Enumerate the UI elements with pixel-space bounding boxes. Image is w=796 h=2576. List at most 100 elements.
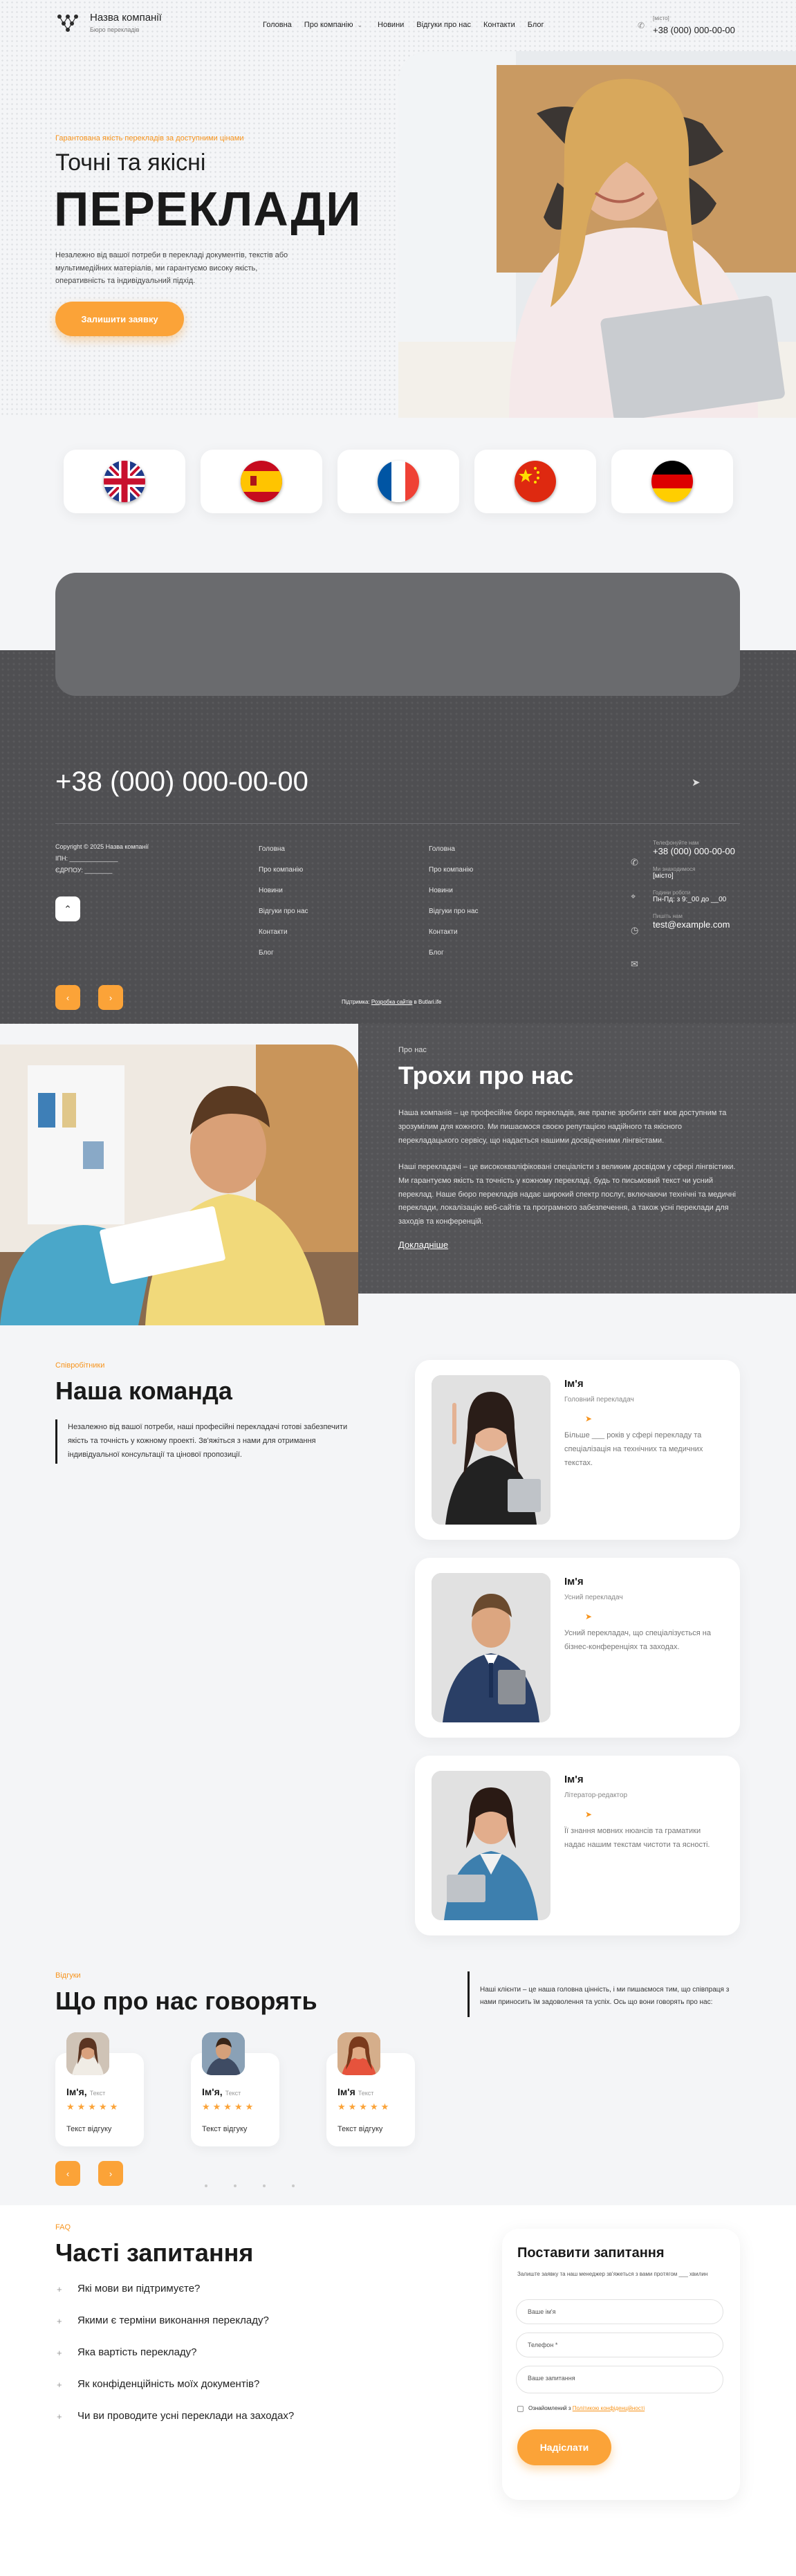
next-arrow-icon[interactable]: › [98,985,123,1010]
footer-link[interactable]: Головна [259,845,308,853]
review-name: Ім'я, Текст [202,2086,241,2097]
nav-item-reviews[interactable]: Відгуки про нас [416,21,471,29]
paper-plane-icon: ➤ [585,1810,593,1819]
team-quote-bar [55,1419,57,1464]
team-member-desc: Її знання мовних нюансів та граматики на… [564,1827,710,1849]
avatar [337,2032,380,2075]
page: Назва компанії Бюро перекладів Головна П… [0,0,796,2576]
phone-icon: ✆ [638,21,645,30]
plus-icon[interactable]: + [57,2380,62,2390]
star-rating-icon: ★★★★★ [337,2101,392,2112]
faq-question[interactable]: Яка вартість перекладу? [77,2346,197,2358]
map-placeholder[interactable] [55,573,740,696]
privacy-policy-link[interactable]: Політикою конфіденційності [573,2405,645,2411]
flag-card-spain[interactable] [201,450,322,513]
consent-checkbox[interactable] [517,2406,524,2412]
prev-arrow-icon[interactable]: ‹ [55,985,80,1010]
reviews-eyebrow: Відгуки [55,1971,81,1980]
team-eyebrow: Співробітники [55,1361,105,1370]
flag-card-uk[interactable] [64,450,185,513]
hero-photo [398,51,796,418]
footer-link[interactable]: Головна [429,845,479,853]
flag-card-china[interactable] [474,450,596,513]
review-name: Ім'я Текст [337,2086,374,2097]
nav-item-contacts[interactable]: Контакти [483,21,515,29]
plus-icon[interactable]: + [57,2348,62,2358]
next-arrow-icon[interactable]: › [98,2161,123,2186]
faq-eyebrow: FAQ [55,2223,71,2232]
about-paragraph-2: Наші перекладачі – це висококваліфікован… [398,1163,736,1226]
hero-title-big: ПЕРЕКЛАДИ [54,182,362,236]
footer-link[interactable]: Про компанію [429,866,479,874]
slider-dots [205,2184,295,2187]
phone-field[interactable]: Телефон * [516,2333,723,2357]
flag-card-france[interactable] [337,450,459,513]
slider-dot[interactable] [292,2184,295,2187]
team-member-role: Літератор-редактор [564,1792,628,1799]
footer-link[interactable]: Блог [429,949,479,957]
review-text: Текст відгуку [202,2125,248,2133]
slider-dot[interactable] [234,2184,237,2187]
prev-arrow-icon[interactable]: ‹ [55,2161,80,2186]
nav-item-about[interactable]: Про компанію [304,21,353,29]
chevron-down-icon[interactable]: ⌄ [357,21,362,29]
credit-link[interactable]: Розробка сайтів [371,999,412,1005]
footer-link[interactable]: Новини [429,887,479,894]
footer-link[interactable]: Про компанію [259,866,308,874]
nav-item-blog[interactable]: Блог [528,21,544,29]
plus-icon[interactable]: + [57,2316,62,2326]
scroll-top-icon[interactable]: ⌃ [55,896,80,921]
faq-question[interactable]: Якими є терміни виконання перекладу? [77,2315,269,2326]
form-subtitle: Залиште заявку та наш менеджер зв'яжетьс… [517,2271,708,2277]
team-photo [432,1375,550,1525]
faq-question[interactable]: Чи ви проводите усні переклади на захода… [77,2410,294,2422]
footer-link[interactable]: Контакти [429,928,479,936]
hero-title-small: Точні та якісні [55,149,206,176]
about-paragraph-1: Наша компанія – це професійне бюро перек… [398,1109,727,1145]
footer-section [0,650,796,1024]
footer-phone-big[interactable]: +38 (000) 000-00-00 [55,766,308,798]
header-phone[interactable]: +38 (000) 000-00-00 [653,25,735,35]
nav-item-home[interactable]: Головна [263,21,292,29]
contact-email[interactable]: test@example.com [653,919,735,930]
slider-dot[interactable] [263,2184,266,2187]
main-nav: Головна Про компанію ⌄ Новини Відгуки пр… [263,21,557,29]
paper-plane-icon: ➤ [585,1612,593,1621]
paper-plane-icon: ➤ [585,1414,593,1424]
contact-phone[interactable]: +38 (000) 000-00-00 [653,846,735,856]
about-title: Трохи про нас [398,1061,574,1089]
plus-icon[interactable]: + [57,2411,62,2422]
team-card: Ім'я Головний перекладач ➤ Більше ___ ро… [415,1360,740,1540]
reviews-quote-bar [468,1971,470,2017]
contact-address-label: Ми знаходимося [653,866,696,872]
footer-contacts: Телефонуйте нам +38 (000) 000-00-00 Ми з… [653,840,735,939]
star-rating-icon: ★★★★★ [202,2101,257,2112]
form-title: Поставити запитання [517,2245,665,2261]
flag-card-germany[interactable] [611,450,733,513]
avatar [202,2032,245,2075]
logo-icon[interactable] [55,11,80,33]
slider-dot[interactable] [205,2184,207,2187]
hero-cta-button[interactable]: Залишити заявку [55,302,184,336]
faq-question[interactable]: Як конфіденційність моїх документів? [77,2378,259,2390]
contact-address: [місто] [653,872,674,880]
footer-link[interactable]: Блог [259,949,308,957]
paper-plane-icon[interactable]: ➤ [692,776,701,789]
company-name[interactable]: Назва компанії [90,12,162,24]
footer-divider [55,823,740,824]
nav-item-news[interactable]: Новини [378,21,404,29]
submit-button[interactable]: Надіслати [517,2429,611,2465]
faq-question[interactable]: Які мови ви підтримуєте? [77,2283,200,2294]
footer-link[interactable]: Контакти [259,928,308,936]
team-card: Ім'я Літератор-редактор ➤ Її знання мовн… [415,1756,740,1935]
location-pin-icon: ⌖ [631,891,636,901]
question-textarea[interactable]: Ваше запитання [516,2366,723,2393]
review-name: Ім'я, Текст [66,2086,106,2097]
about-more-link[interactable]: Докладніше [398,1240,448,1250]
plus-icon[interactable]: + [57,2284,62,2294]
footer-link[interactable]: Відгуки про нас [259,908,308,915]
footer-link[interactable]: Новини [259,887,308,894]
flag-france-icon [378,461,419,502]
name-field[interactable]: Ваше ім'я [516,2299,723,2324]
footer-link[interactable]: Відгуки про нас [429,908,479,915]
